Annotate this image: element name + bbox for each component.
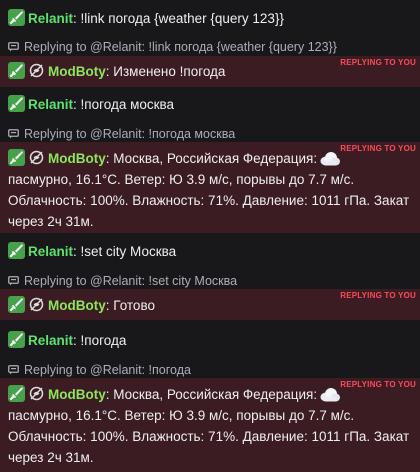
username[interactable]: ModBoty <box>48 64 106 79</box>
message-text: пасмурно, 16.1°C. Ветер: Ю 3.9 м/с, поры… <box>8 172 355 187</box>
sword-icon[interactable] <box>8 149 25 166</box>
reply-icon <box>8 129 19 139</box>
chat-message: Relanit: !set city Москва <box>0 241 420 262</box>
replying-to-you-label: REPLYING TO YOU <box>340 58 416 67</box>
replying-to-you-label: REPLYING TO YOU <box>340 291 416 300</box>
username[interactable]: Relanit <box>28 97 73 112</box>
message-text: Облачность: 100%. Влажность: 71%. Давлен… <box>8 193 410 208</box>
sword-icon[interactable] <box>8 95 25 112</box>
username-colon: : <box>105 151 110 166</box>
chat-panel: Relanit: !link погода {weather {query 12… <box>0 0 420 472</box>
message-text: Москва, Российская Федерация: <box>113 387 318 402</box>
reply-context[interactable]: Replying to @Relanit: !погода москва <box>0 126 420 142</box>
reply-text: Replying to @Relanit: !погода москва <box>24 127 236 141</box>
chat-message: Relanit: !погода <box>0 330 420 351</box>
reply-context[interactable]: Replying to @Relanit: !link погода {weat… <box>0 39 420 55</box>
message-text: через 2ч 31м. <box>8 214 94 229</box>
chat-message-highlighted: REPLYING TO YOU ModBoty: Москва, Российс… <box>0 142 420 233</box>
moderator-shield-icon[interactable] <box>28 296 45 313</box>
reply-icon <box>8 365 19 375</box>
username-colon: : <box>73 11 77 26</box>
message-text: !link погода {weather {query 123}} <box>80 11 284 26</box>
message-text: !set city Москва <box>80 244 177 259</box>
cloud-icon <box>319 151 341 167</box>
sword-icon[interactable] <box>8 62 25 79</box>
replying-to-you-label: REPLYING TO YOU <box>340 380 416 389</box>
username-colon: : <box>73 97 77 112</box>
sword-icon[interactable] <box>8 9 25 26</box>
message-text: Изменено !погода <box>113 64 226 79</box>
username[interactable]: Relanit <box>28 333 73 348</box>
message-text: Москва, Российская Федерация: <box>113 151 318 166</box>
chat-message: Relanit: !link погода {weather {query 12… <box>0 8 420 29</box>
replying-to-you-label: REPLYING TO YOU <box>340 144 416 153</box>
sword-icon[interactable] <box>8 331 25 348</box>
reply-context[interactable]: Replying to @Relanit: !погода <box>0 362 420 378</box>
moderator-shield-icon[interactable] <box>28 149 45 166</box>
sword-icon[interactable] <box>8 296 25 313</box>
message-text: Облачность: 100%. Влажность: 71%. Давлен… <box>8 429 410 444</box>
message-text: !погода <box>80 333 127 348</box>
cloud-icon <box>319 387 341 403</box>
message-text: пасмурно, 16.1°C. Ветер: Ю 3.9 м/с, поры… <box>8 408 355 423</box>
username[interactable]: ModBoty <box>48 387 106 402</box>
username-colon: : <box>105 387 110 402</box>
username[interactable]: ModBoty <box>48 151 106 166</box>
username-colon: : <box>105 64 110 79</box>
username[interactable]: Relanit <box>28 11 73 26</box>
moderator-shield-icon[interactable] <box>28 385 45 402</box>
reply-text: Replying to @Relanit: !погода <box>24 363 191 377</box>
reply-text: Replying to @Relanit: !set city Москва <box>24 274 238 288</box>
username-colon: : <box>73 244 77 259</box>
reply-text: Replying to @Relanit: !link погода {weat… <box>24 40 337 54</box>
chat-message-highlighted: REPLYING TO YOU ModBoty: Изменено !погод… <box>0 56 420 87</box>
chat-message: Relanit: !погода москва <box>0 94 420 115</box>
chat-message-highlighted: REPLYING TO YOU ModBoty: Готово <box>0 289 420 320</box>
username[interactable]: Relanit <box>28 244 73 259</box>
reply-context[interactable]: Replying to @Relanit: !set city Москва <box>0 273 420 289</box>
sword-icon[interactable] <box>8 385 25 402</box>
chat-message-highlighted: REPLYING TO YOU ModBoty: Москва, Российс… <box>0 378 420 472</box>
username[interactable]: ModBoty <box>48 298 106 313</box>
username-colon: : <box>105 298 110 313</box>
sword-icon[interactable] <box>8 242 25 259</box>
moderator-shield-icon[interactable] <box>28 62 45 79</box>
message-text: через 2ч 31м. <box>8 450 94 465</box>
username-colon: : <box>73 333 77 348</box>
message-text: !погода москва <box>80 97 175 112</box>
reply-icon <box>8 42 19 52</box>
reply-icon <box>8 276 19 286</box>
message-text: Готово <box>113 298 155 313</box>
